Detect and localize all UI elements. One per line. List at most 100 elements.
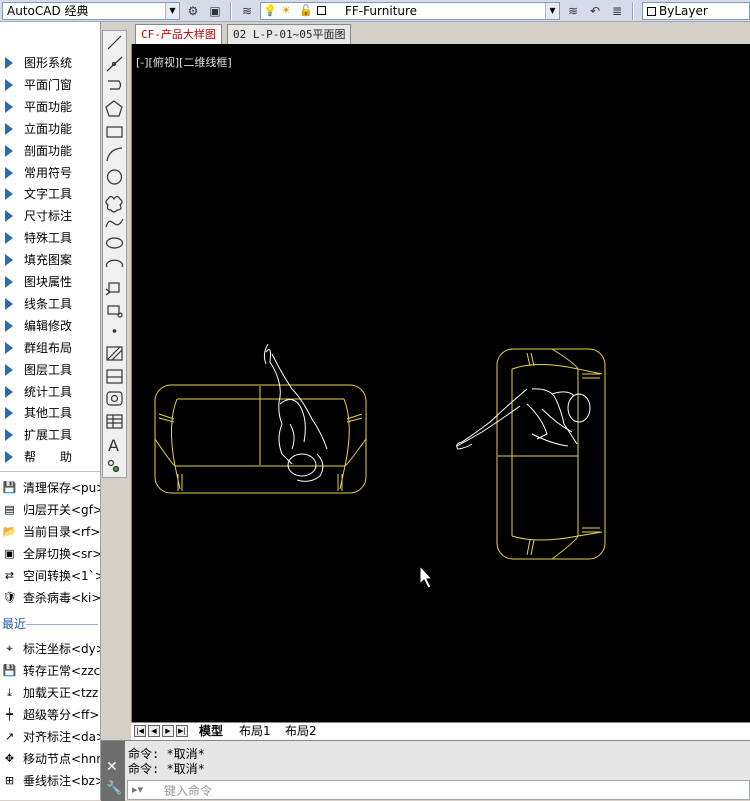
menu-item-label: 平面功能 xyxy=(24,99,73,114)
make-current-layer-icon[interactable]: ≋ xyxy=(564,2,582,20)
sofa-vertical[interactable] xyxy=(496,348,606,560)
menu-item[interactable]: 统计工具 xyxy=(0,381,100,403)
menu-item-label: 图形系统 xyxy=(24,56,73,70)
menu-item[interactable]: 线条工具 xyxy=(0,293,100,315)
menu-item[interactable]: 尺寸标注 xyxy=(0,205,100,227)
menu-item[interactable]: 图形系统 xyxy=(0,52,100,74)
command-shortcut-item[interactable]: 🛡 查杀病毒<ki> xyxy=(0,587,100,609)
menu-item-label: 编辑修改 xyxy=(24,318,73,333)
menu-item[interactable]: 常用符号 xyxy=(0,162,100,184)
toolbar-separator xyxy=(230,2,232,20)
chevron-down-icon: ▼ xyxy=(545,3,559,19)
add-selected-icon[interactable] xyxy=(107,459,120,473)
spline-icon[interactable] xyxy=(105,218,124,228)
menu-item[interactable]: 图块属性 xyxy=(0,271,100,293)
point-icon[interactable] xyxy=(112,329,117,333)
recent-command-item[interactable]: ⤓ 加载天正<tzz xyxy=(0,682,100,704)
file-tab-floor-plan[interactable]: 02 L-P-01~05平面图 xyxy=(227,24,352,44)
command-placeholder: 键入命令 xyxy=(164,784,213,798)
layer-dropdown[interactable]: 💡 ☀ 🔓 FF-Furniture ▼ xyxy=(260,2,560,20)
drawing-svg xyxy=(154,343,606,589)
command-shortcut-item[interactable]: 💾 清理保存<pu> xyxy=(0,477,100,499)
revision-cloud-icon[interactable] xyxy=(105,195,123,213)
arc-icon[interactable] xyxy=(106,147,123,162)
command-shortcut-item[interactable]: 📂 当前目录<rf> xyxy=(0,521,100,543)
command-shortcut-item[interactable]: ▤ 归层开关<gf> xyxy=(0,499,100,521)
triangle-right-icon xyxy=(5,363,13,376)
recent-command-item[interactable]: ┿ 超级等分<ff> xyxy=(0,704,100,726)
recent-command-item[interactable]: ✥ 移动节点<hnn xyxy=(0,748,100,770)
tab-layout2[interactable]: 布局2 xyxy=(281,723,321,740)
command-prompt-icon[interactable]: ▸▾ xyxy=(132,783,143,796)
polygon-icon[interactable] xyxy=(105,100,123,117)
menu-item[interactable]: 图层工具 xyxy=(0,359,100,381)
make-block-icon[interactable] xyxy=(107,305,123,318)
command-shortcut-item[interactable]: ⇄ 空间转换<1`> xyxy=(0,565,100,587)
triangle-right-icon xyxy=(5,407,13,420)
person-figure-left[interactable] xyxy=(263,343,328,482)
polyline-icon[interactable] xyxy=(108,80,122,90)
tab-model[interactable]: 模型 xyxy=(195,723,228,740)
color-dropdown[interactable]: ByLayer xyxy=(642,2,750,20)
layer-value: FF-Furniture xyxy=(345,4,418,18)
menu-item[interactable]: 填充图案 xyxy=(0,249,100,271)
sofa-horizontal[interactable] xyxy=(154,384,367,494)
menu-item[interactable]: 文字工具 xyxy=(0,183,100,205)
menu-item[interactable]: 编辑修改 xyxy=(0,315,100,337)
recent-command-item[interactable]: ⊞ 垂线标注<bz> xyxy=(0,770,100,792)
command-shortcut-label: 全屏切换<sr> xyxy=(23,547,100,561)
close-icon[interactable]: ✕ xyxy=(106,759,118,775)
line-icon[interactable] xyxy=(107,35,122,50)
command-shortcut-item[interactable]: ▣ 全屏切换<sr> xyxy=(0,543,100,565)
next-tab-icon[interactable]: ▶ xyxy=(162,725,174,737)
recent-command-item[interactable]: 💾 转存正常<zzc xyxy=(0,660,100,682)
tools-menu-panel: 图形系统平面门窗平面功能立面功能 剖面功能常用符号文字工具 尺寸标注特殊工具填充图案… xyxy=(0,22,101,800)
insert-block-icon[interactable] xyxy=(105,282,120,296)
triangle-right-icon xyxy=(5,254,13,267)
layer-properties-icon[interactable]: ≋ xyxy=(238,2,256,20)
menu-item[interactable]: 平面门窗 xyxy=(0,74,100,96)
ellipse-icon[interactable] xyxy=(105,237,124,249)
layer-previous-icon[interactable]: ↶ xyxy=(586,2,604,20)
menu-item[interactable]: 剖面功能 xyxy=(0,140,100,162)
construction-line-icon[interactable] xyxy=(106,56,123,72)
file-tab-product-detail[interactable]: CF-产品大样图 xyxy=(135,24,222,44)
menu-item-label: 常用符号 xyxy=(24,165,73,180)
command-shortcut-label: 清理保存<pu> xyxy=(23,481,100,495)
menu-item[interactable]: 平面功能 xyxy=(0,96,100,118)
last-tab-icon[interactable]: ▶| xyxy=(176,725,188,737)
workspace-dropdown[interactable]: AutoCAD 经典 ▼ xyxy=(2,2,180,20)
first-tab-icon[interactable]: |◀ xyxy=(134,725,146,737)
wrench-icon[interactable]: 🔧 xyxy=(106,781,122,796)
hatch-icon[interactable] xyxy=(106,346,123,361)
menu-item[interactable]: 群组布局 xyxy=(0,337,100,359)
recent-command-item[interactable]: ⌖ 标注坐标<dy> xyxy=(0,638,100,660)
gear-icon[interactable]: ⚙ xyxy=(184,2,202,20)
prev-tab-icon[interactable]: ◀ xyxy=(148,725,160,737)
table-icon[interactable] xyxy=(106,414,123,429)
triangle-right-icon xyxy=(5,276,13,288)
rectangle-icon[interactable] xyxy=(106,126,123,138)
menu-item[interactable]: 扩展工具 xyxy=(0,424,100,446)
layer-match-icon[interactable]: ≣ xyxy=(608,2,626,20)
menu-item[interactable]: 帮 助 xyxy=(0,446,100,468)
menu-item-label: 统计工具 xyxy=(24,384,73,399)
menu-item-label: 特殊工具 xyxy=(24,231,73,246)
menu-item-label: 填充图案 xyxy=(24,253,73,268)
recent-command-item[interactable]: ↗ 对齐标注<da> xyxy=(0,726,100,748)
menu-item[interactable]: 特殊工具 xyxy=(0,227,100,249)
drawing-canvas[interactable]: [-][俯视][二维线框] xyxy=(131,44,750,722)
gradient-icon[interactable] xyxy=(106,369,123,384)
workspace-settings-icon[interactable]: ▣ xyxy=(206,2,224,20)
draw-toolbar: A xyxy=(102,30,127,478)
tab-layout1[interactable]: 布局1 xyxy=(235,723,275,740)
menu-item[interactable]: 立面功能 xyxy=(0,118,100,140)
ellipse-arc-icon[interactable] xyxy=(105,259,124,268)
command-input[interactable]: ▸▾ 键入命令 xyxy=(127,780,750,800)
multiline-text-icon[interactable]: A xyxy=(108,436,119,455)
circle-icon[interactable] xyxy=(106,169,123,185)
region-icon[interactable] xyxy=(106,391,123,406)
triangle-right-icon xyxy=(5,319,13,332)
menu-item[interactable]: 其他工具 xyxy=(0,402,100,424)
person-figure-right[interactable] xyxy=(456,388,591,450)
